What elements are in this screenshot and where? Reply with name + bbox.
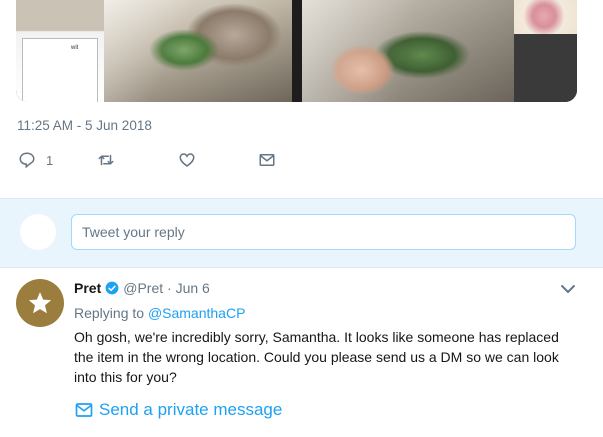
reply-count: 1 <box>46 152 54 168</box>
replying-to-link[interactable]: @SamanthaCP <box>148 305 245 321</box>
verified-badge-icon <box>105 281 119 298</box>
retweet-icon <box>98 154 114 166</box>
media-photo-salad-bag[interactable] <box>104 0 292 102</box>
send-private-message-label: Send a private message <box>99 400 283 419</box>
author-name[interactable]: Pret <box>74 280 101 296</box>
media-divider <box>292 0 302 102</box>
reply-input[interactable] <box>71 214 576 250</box>
retweet-button[interactable] <box>97 147 115 173</box>
heart-icon <box>179 153 195 167</box>
media-photo-document[interactable]: wit <box>16 0 116 102</box>
document-page: wit <box>22 38 98 102</box>
tweet-header: Pret @Pret · Jun 6 <box>74 280 210 298</box>
tweet-media[interactable]: wit <box>16 0 577 102</box>
envelope-icon <box>259 154 275 166</box>
reply-icon <box>19 152 35 169</box>
tweet-timestamp[interactable]: 11:25 AM - 5 Jun 2018 <box>17 118 152 133</box>
document-snippet: wit <box>71 45 79 51</box>
pret-avatar[interactable] <box>16 279 64 327</box>
media-photo-floral <box>514 0 577 34</box>
tweet-date[interactable]: Jun 6 <box>176 280 210 296</box>
reply-button[interactable]: 1 <box>18 147 53 173</box>
direct-message-button[interactable] <box>258 147 276 173</box>
tweet-actions: 1 <box>18 147 578 173</box>
star-icon <box>28 292 52 314</box>
header-separator: · <box>167 280 172 296</box>
envelope-icon <box>75 403 93 417</box>
replying-prefix: Replying to <box>74 305 145 321</box>
chevron-down-icon[interactable] <box>559 282 577 296</box>
like-button[interactable] <box>178 147 196 173</box>
tweet-text: Oh gosh, we're incredibly sorry, Samanth… <box>74 329 559 385</box>
replying-to-line: Replying to @SamanthaCP <box>74 305 245 321</box>
current-user-avatar <box>20 214 56 250</box>
send-private-message-link[interactable]: Send a private message <box>75 400 282 420</box>
author-handle[interactable]: @Pret <box>123 280 163 296</box>
media-photo-hand-holding-bag[interactable] <box>302 0 514 102</box>
